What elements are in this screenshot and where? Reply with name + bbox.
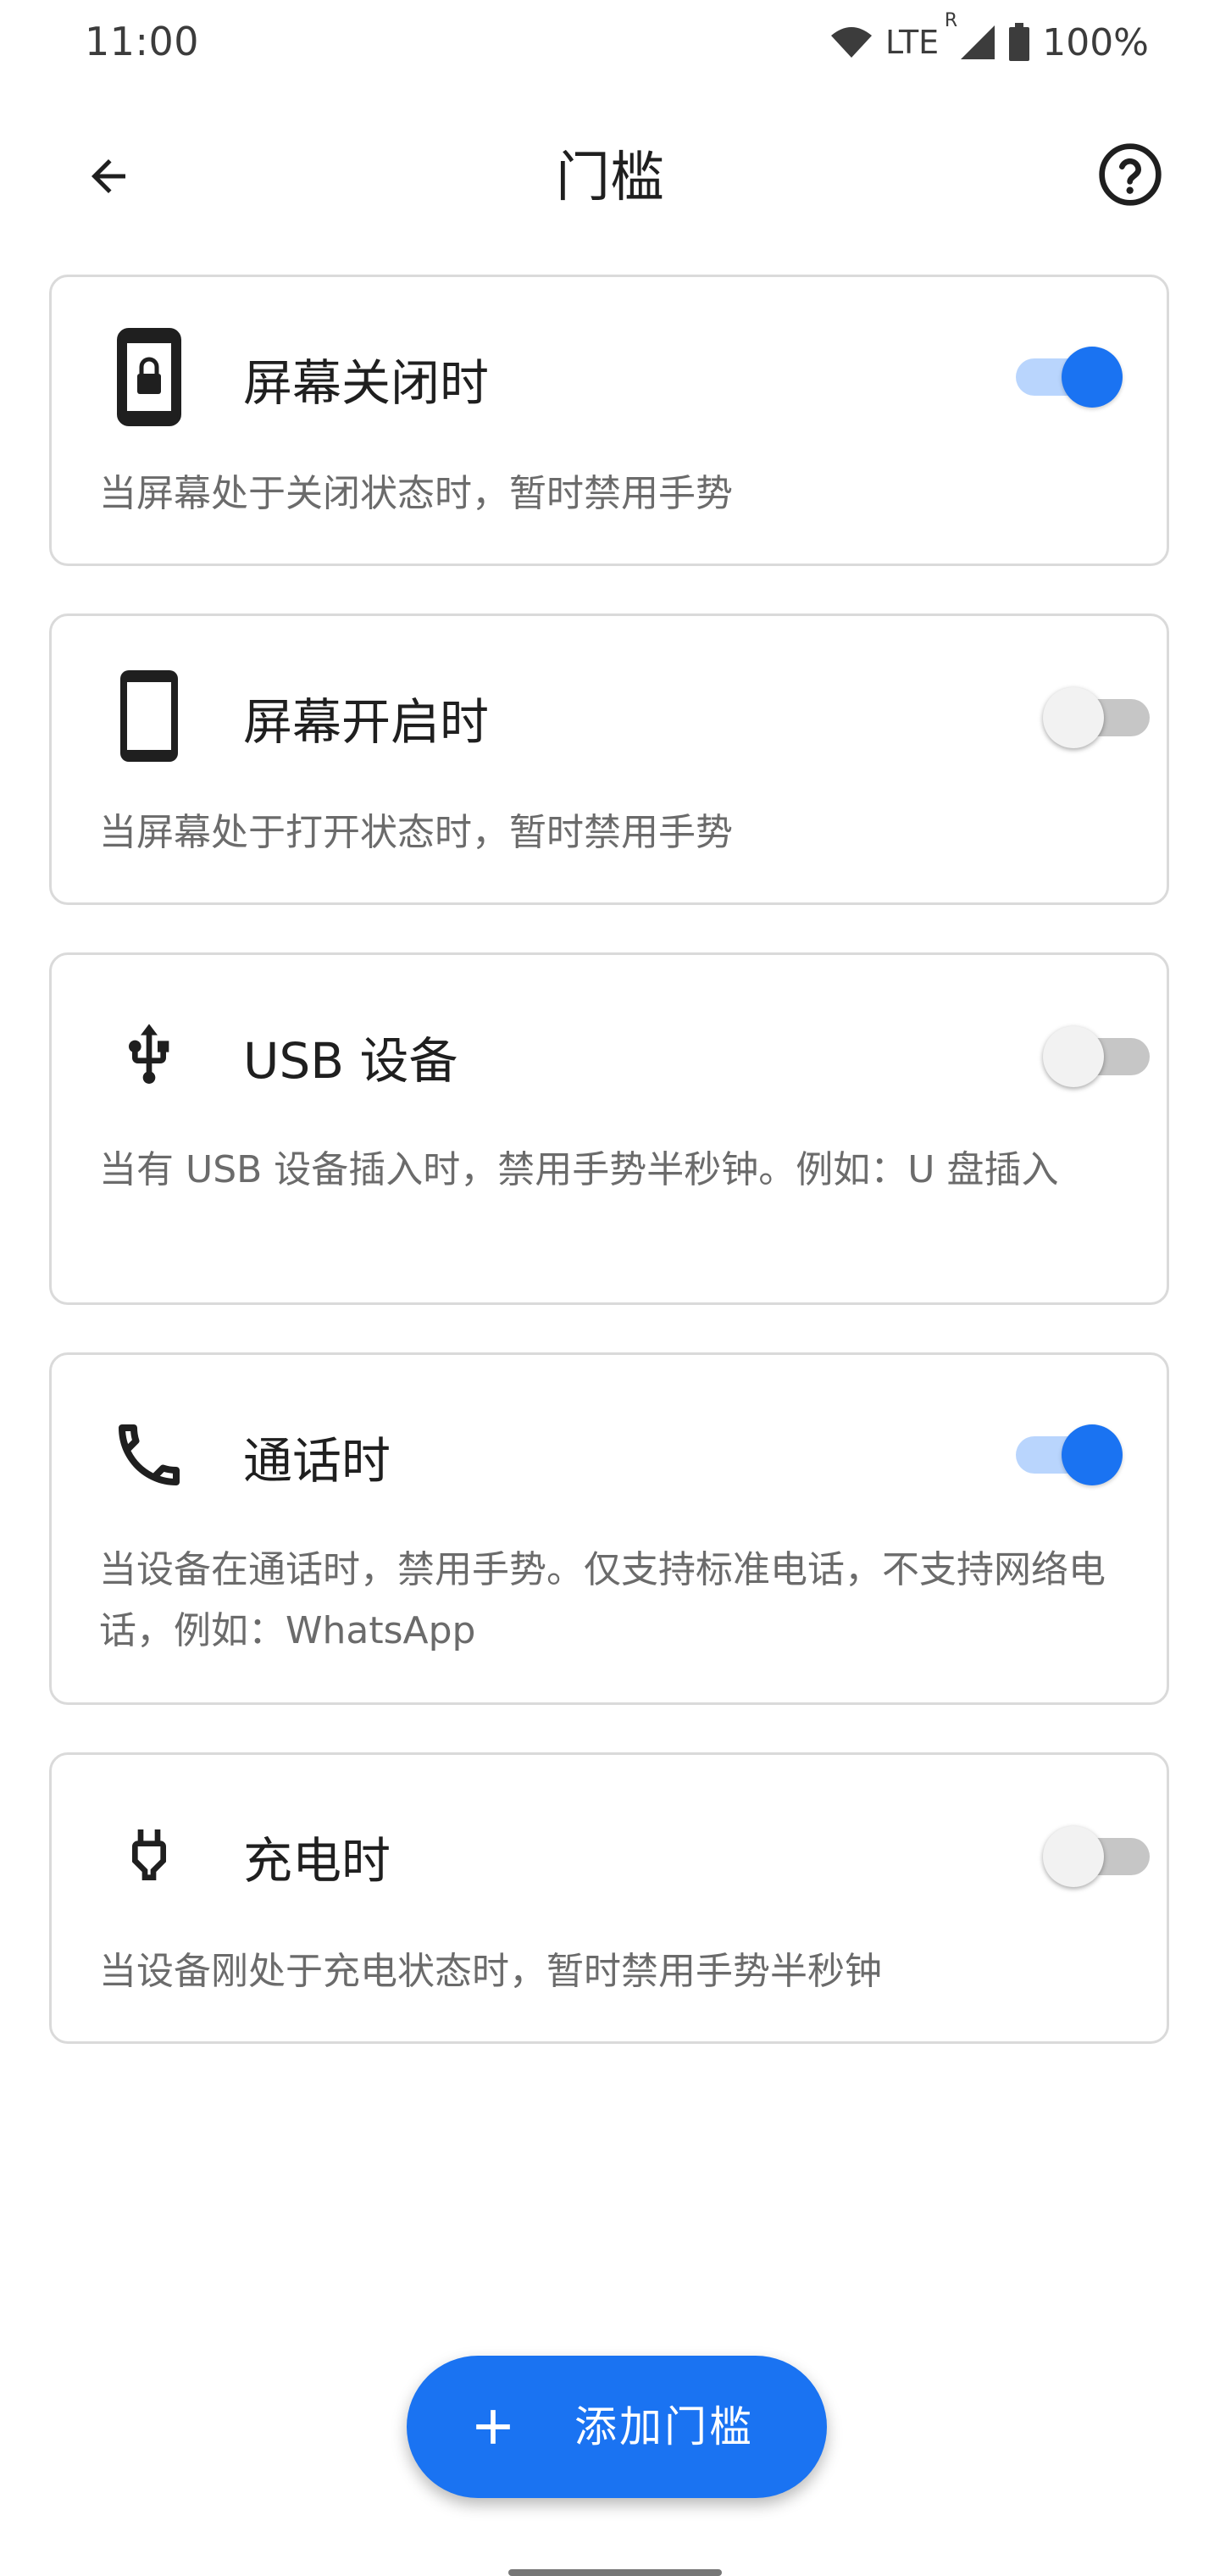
card-title: 通话时 <box>243 1432 391 1490</box>
page-title: 门槛 <box>556 147 664 209</box>
battery-icon <box>1008 23 1030 62</box>
smartphone-icon <box>103 665 196 767</box>
phone-call-icon <box>103 1404 196 1506</box>
status-icons: LTE R 100% <box>829 10 1149 68</box>
threshold-card-screen-off: 屏幕关闭时 当屏幕处于关闭状态时，暂时禁用手势 <box>49 275 1169 566</box>
card-description: 当有 USB 设备插入时，禁用手势半秒钟。例如：U 盘插入 <box>99 1148 1059 1191</box>
card-title: 屏幕开启时 <box>243 693 490 751</box>
card-description: 当设备刚处于充电状态时，暂时禁用手势半秒钟 <box>99 1950 882 1993</box>
signal-icon <box>959 24 996 61</box>
battery-level: 100% <box>1042 20 1149 64</box>
toggle-thumb <box>1043 687 1104 748</box>
help-circle-icon <box>1099 143 1162 206</box>
toggle-thumb <box>1062 1424 1123 1485</box>
screen-on-toggle[interactable] <box>1043 677 1153 748</box>
charging-toggle[interactable] <box>1043 1816 1153 1887</box>
add-threshold-label: 添加门槛 <box>574 2402 754 2451</box>
wifi-icon <box>829 25 873 59</box>
screen-off-toggle[interactable] <box>1009 336 1123 408</box>
threshold-card-usb: USB 设备 当有 USB 设备插入时，禁用手势半秒钟。例如：U 盘插入 <box>49 952 1169 1305</box>
status-time: 11:00 <box>85 19 200 64</box>
phone-lock-icon <box>103 326 196 428</box>
card-description: 当屏幕处于打开状态时，暂时禁用手势 <box>99 811 733 854</box>
card-title: USB 设备 <box>243 1032 458 1090</box>
toggle-thumb <box>1043 1026 1104 1087</box>
in-call-toggle[interactable] <box>1009 1414 1123 1485</box>
help-button[interactable] <box>1088 132 1173 217</box>
usb-icon <box>103 1004 196 1106</box>
usb-toggle[interactable] <box>1043 1016 1153 1087</box>
power-plug-icon <box>103 1804 196 1906</box>
roaming-indicator: R <box>944 10 958 31</box>
card-title: 充电时 <box>243 1832 391 1890</box>
card-description: 当设备在通话时，禁用手势。仅支持标准电话，不支持网络电话，例如：WhatsApp <box>99 1548 1106 1652</box>
threshold-card-screen-on: 屏幕开启时 当屏幕处于打开状态时，暂时禁用手势 <box>49 613 1169 905</box>
status-bar: 11:00 LTE R 100% <box>0 0 1220 88</box>
toggle-thumb <box>1062 347 1123 408</box>
toggle-thumb <box>1043 1826 1104 1887</box>
network-type: LTE R <box>885 10 958 61</box>
app-bar: 门槛 <box>0 110 1220 229</box>
gesture-navigation-bar[interactable] <box>508 2569 722 2576</box>
card-description: 当屏幕处于关闭状态时，暂时禁用手势 <box>99 472 733 515</box>
card-title: 屏幕关闭时 <box>243 354 490 412</box>
plus-icon <box>476 2410 510 2444</box>
threshold-card-in-call: 通话时 当设备在通话时，禁用手势。仅支持标准电话，不支持网络电话，例如：What… <box>49 1352 1169 1705</box>
threshold-card-charging: 充电时 当设备刚处于充电状态时，暂时禁用手势半秒钟 <box>49 1752 1169 2044</box>
add-threshold-button[interactable]: 添加门槛 <box>407 2356 827 2498</box>
